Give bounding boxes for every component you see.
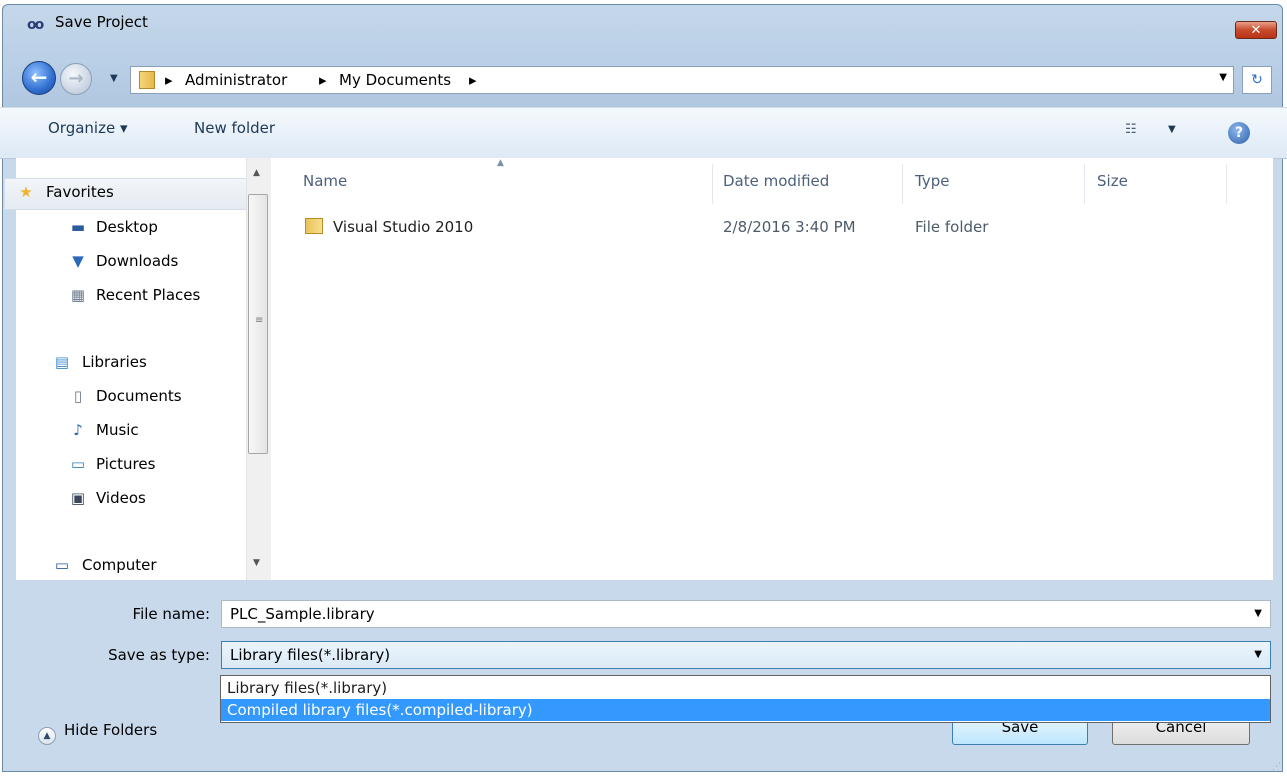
new-folder-button[interactable]: New folder <box>194 119 275 137</box>
sidebar-item-desktop[interactable]: ▬ Desktop <box>68 218 158 236</box>
sidebar-item-label: Music <box>96 421 139 439</box>
sidebar-item-label: Pictures <box>96 455 156 473</box>
help-button[interactable]: ? <box>1228 122 1250 144</box>
chevron-down-icon[interactable]: ▼ <box>1254 608 1262 619</box>
save-as-type-dropdown-list[interactable]: Library files(*.library) Compiled librar… <box>220 675 1271 723</box>
scrollbar-thumb[interactable]: ≡ <box>248 194 268 454</box>
column-divider[interactable] <box>712 164 713 204</box>
file-name-cell[interactable]: Visual Studio 2010 <box>305 218 473 236</box>
column-header-size[interactable]: Size <box>1097 172 1128 190</box>
hide-folders-label: Hide Folders <box>64 721 158 739</box>
folder-icon <box>139 71 155 89</box>
grip-icon: ≡ <box>255 315 264 326</box>
resize-grip-icon[interactable]: ⋰ <box>1272 762 1281 772</box>
documents-icon: ▯ <box>73 387 83 405</box>
type-cell: File folder <box>915 218 989 236</box>
recent-locations-dropdown[interactable]: ▼ <box>110 73 118 84</box>
videos-icon: ▣ <box>70 489 86 507</box>
close-button[interactable]: ✕ <box>1235 21 1277 39</box>
scroll-down-icon[interactable]: ▼ <box>253 558 260 568</box>
desktop-icon: ▬ <box>70 218 86 236</box>
column-divider[interactable] <box>1226 164 1227 204</box>
sidebar-item-documents[interactable]: ▯ Documents <box>68 387 182 405</box>
pictures-icon: ▭ <box>70 455 86 473</box>
back-button[interactable]: ← <box>22 61 56 95</box>
chevron-up-icon: ▲ <box>38 727 56 745</box>
file-name-label: File name: <box>132 605 210 623</box>
save-as-type-select[interactable]: Library files(*.library) ▼ <box>221 641 1271 669</box>
sidebar-item-label: Recent Places <box>96 286 201 304</box>
app-icon: oo <box>27 17 44 33</box>
recent-places-icon: ▦ <box>70 286 86 304</box>
file-name: Visual Studio 2010 <box>333 218 474 236</box>
title-bar: oo Save Project <box>3 5 1282 35</box>
sidebar-group-label: Favorites <box>46 183 114 201</box>
scroll-up-icon[interactable]: ▲ <box>253 168 260 178</box>
sidebar-group-label: Computer <box>82 556 157 574</box>
sidebar-item-downloads[interactable]: ▼ Downloads <box>68 252 178 270</box>
star-icon: ★ <box>19 183 33 201</box>
dropdown-option-highlighted[interactable]: Compiled library files(*.compiled-librar… <box>221 699 1270 721</box>
music-icon: ♪ <box>73 421 83 439</box>
breadcrumb-separator[interactable]: ▸ <box>319 71 327 89</box>
hide-folders-button[interactable]: ▲ Hide Folders <box>38 721 157 745</box>
chevron-down-icon[interactable]: ▼ <box>1219 72 1227 83</box>
sidebar-group-libraries[interactable]: ▤ Libraries <box>52 353 147 371</box>
window-title: Save Project <box>55 13 148 31</box>
date-modified-cell: 2/8/2016 3:40 PM <box>723 218 856 236</box>
refresh-button[interactable]: ↻ <box>1242 66 1272 94</box>
chevron-down-icon[interactable]: ▼ <box>1168 124 1176 135</box>
column-divider[interactable] <box>1084 164 1085 204</box>
sidebar-group-favorites[interactable]: ★ Favorites <box>16 183 114 201</box>
sidebar-item-recent-places[interactable]: ▦ Recent Places <box>68 286 200 304</box>
chevron-down-icon[interactable]: ▼ <box>1254 649 1262 660</box>
forward-button[interactable]: → <box>60 63 92 95</box>
sidebar-item-label: Documents <box>96 387 182 405</box>
file-name-value: PLC_Sample.library <box>230 605 375 623</box>
file-name-field[interactable]: PLC_Sample.library ▼ <box>221 600 1271 628</box>
sidebar-item-label: Downloads <box>96 252 179 270</box>
file-list[interactable]: ▲ Name Date modified Type Size Visual St… <box>272 158 1269 580</box>
breadcrumb-administrator[interactable]: Administrator <box>185 71 287 89</box>
sort-ascending-icon: ▲ <box>497 158 504 168</box>
save-as-type-value: Library files(*.library) <box>230 646 391 664</box>
column-divider[interactable] <box>902 164 903 204</box>
downloads-icon: ▼ <box>72 252 84 270</box>
breadcrumb-separator[interactable]: ▸ <box>165 71 173 89</box>
sidebar-item-label: Videos <box>96 489 146 507</box>
computer-icon: ▭ <box>54 556 70 574</box>
sidebar-item-pictures[interactable]: ▭ Pictures <box>68 455 156 473</box>
dropdown-option[interactable]: Library files(*.library) <box>221 677 1270 699</box>
address-bar[interactable]: ▸ Administrator ▸ My Documents ▸ ▼ <box>130 66 1234 94</box>
libraries-icon: ▤ <box>54 353 70 371</box>
sidebar-group-label: Libraries <box>82 353 147 371</box>
breadcrumb-separator[interactable]: ▸ <box>469 71 477 89</box>
breadcrumb-my-documents[interactable]: My Documents <box>339 71 451 89</box>
folder-icon <box>305 218 323 234</box>
view-options-icon[interactable]: ☷ <box>1125 122 1137 137</box>
sidebar-item-videos[interactable]: ▣ Videos <box>68 489 146 507</box>
column-header-name[interactable]: Name <box>303 172 347 190</box>
navigation-scrollbar[interactable]: ▲ ≡ ▼ <box>246 158 271 580</box>
save-as-type-label: Save as type: <box>108 646 210 664</box>
column-header-type[interactable]: Type <box>915 172 949 190</box>
column-header-date-modified[interactable]: Date modified <box>723 172 829 190</box>
sidebar-item-music[interactable]: ♪ Music <box>68 421 139 439</box>
sidebar-group-computer[interactable]: ▭ Computer <box>52 556 157 574</box>
sidebar-item-label: Desktop <box>96 218 158 236</box>
organize-button[interactable]: Organize ▾ <box>48 119 128 137</box>
